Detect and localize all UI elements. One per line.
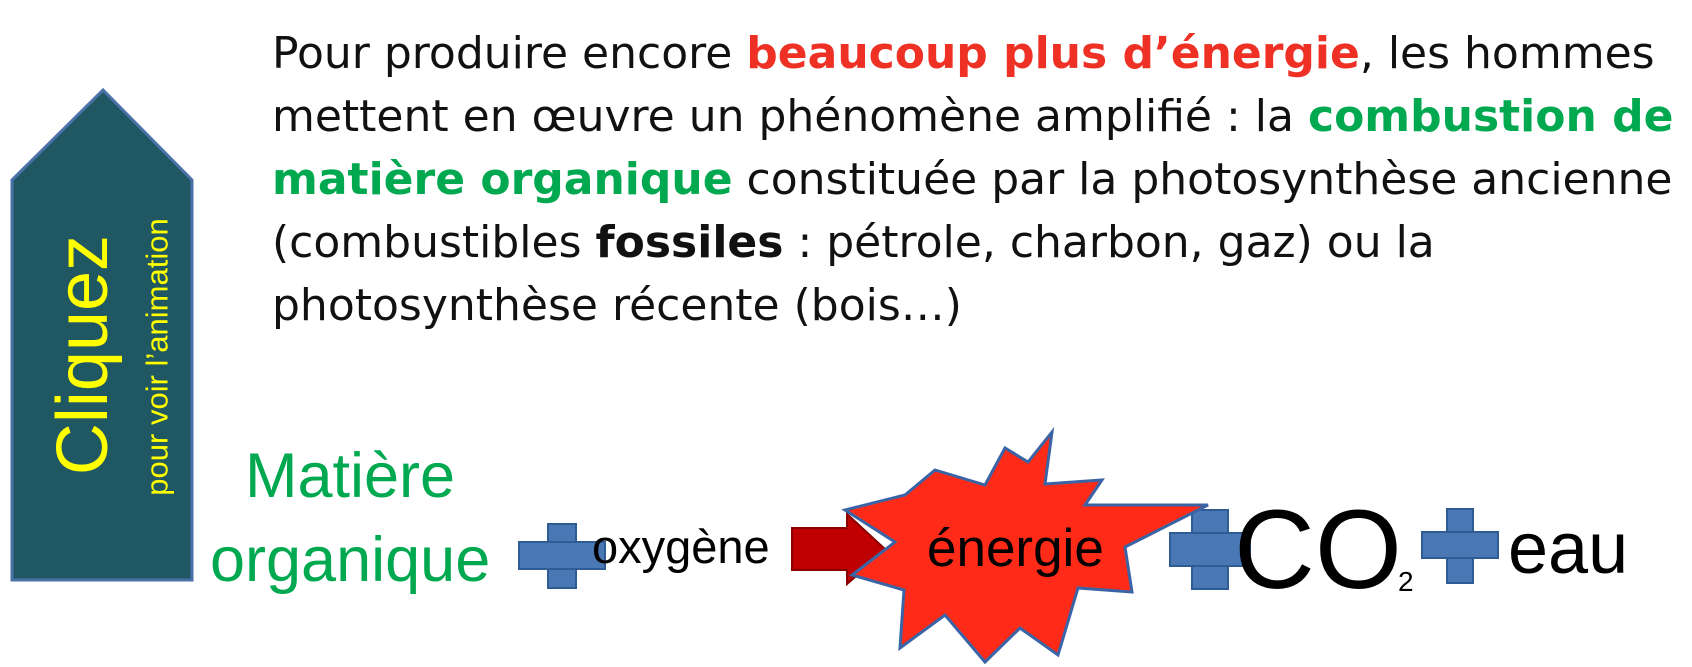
intro-line-2: mettent en œuvre un phénomène amplifié :…: [272, 85, 1674, 148]
intro-line-1: Pour produire encore beaucoup plus d’éne…: [272, 22, 1672, 85]
intro-text: (combustibles: [272, 217, 596, 268]
co2-label: CO: [1234, 487, 1402, 612]
plus-icon: [1421, 508, 1499, 584]
co2-subscript: 2: [1398, 566, 1414, 597]
highlight-organic-matter: matière organique: [272, 154, 733, 205]
organic-matter-label: Matière: [245, 441, 456, 511]
highlight-fossils: fossiles: [595, 217, 784, 268]
water-label: eau: [1508, 509, 1629, 589]
cliquez-label[interactable]: Cliquez: [43, 235, 123, 475]
intro-text: , les hommes: [1359, 28, 1655, 79]
intro-text: : pétrole, charbon, gaz) ou la: [783, 217, 1435, 268]
animation-hint-label: pour voir l’animation: [139, 218, 175, 496]
intro-text: constituée par la photosynthèse ancienne: [732, 154, 1673, 205]
intro-text: Pour produire encore: [272, 28, 747, 79]
highlight-energy: beaucoup plus d’énergie: [746, 28, 1360, 79]
energy-label: énergie: [927, 519, 1104, 578]
highlight-combustion: combustion de: [1307, 91, 1674, 142]
organic-matter-label: organique: [210, 525, 491, 595]
intro-line-3: matière organique constituée par la phot…: [272, 148, 1672, 211]
oxygen-label: oxygène: [592, 520, 770, 573]
intro-line-4: (combustibles fossiles : pétrole, charbo…: [272, 211, 1672, 274]
intro-text: mettent en œuvre un phénomène amplifié :…: [272, 91, 1308, 142]
intro-line-5: photosynthèse récente (bois…): [272, 274, 1672, 337]
intro-paragraph: Pour produire encore beaucoup plus d’éne…: [272, 22, 1674, 337]
intro-text: photosynthèse récente (bois…): [272, 280, 962, 331]
